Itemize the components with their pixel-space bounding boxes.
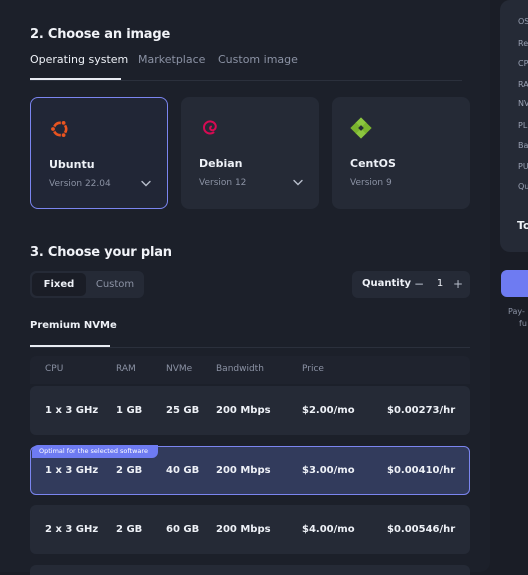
tab-marketplace[interactable]: Marketplace (138, 53, 205, 66)
cell-nvme: 25 GB (166, 405, 200, 416)
cell-price-monthly: $3.00/mo (302, 465, 355, 476)
cell-bandwidth: 200 Mbps (216, 465, 271, 476)
os-card-centos[interactable]: CentOS Version 9 (332, 97, 470, 209)
column-header-cpu: CPU (45, 364, 64, 374)
summary-label: PL (518, 121, 528, 130)
cell-cpu: 2 x 3 GHz (45, 524, 99, 535)
summary-label: NV (518, 99, 528, 108)
quantity-value[interactable]: 1 (434, 278, 446, 289)
ubuntu-logo-icon (50, 120, 68, 139)
cell-ram: 2 GB (116, 465, 143, 476)
cell-price-monthly: $2.00/mo (302, 405, 355, 416)
chevron-down-icon[interactable] (293, 179, 303, 186)
cell-nvme: 60 GB (166, 524, 200, 535)
cell-ram: 2 GB (116, 524, 143, 535)
summary-label: PU (518, 162, 528, 171)
tab-premium-nvme[interactable]: Premium NVMe (30, 320, 117, 331)
summary-label: Re (518, 39, 528, 48)
os-name: CentOS (350, 157, 396, 170)
increment-button[interactable]: + (451, 276, 465, 292)
os-card-ubuntu[interactable]: Ubuntu Version 22.04 (30, 97, 168, 209)
tab-custom-image[interactable]: Custom image (218, 53, 298, 66)
cell-price-hourly: $0.00410/hr (387, 465, 456, 476)
centos-logo-icon (350, 117, 372, 139)
optimal-badge: Optimal for the selected software (32, 445, 158, 458)
column-header-price: Price (302, 364, 324, 374)
column-header-ram: RAM (116, 364, 136, 374)
os-name: Debian (199, 157, 243, 170)
debian-logo-icon (202, 120, 217, 135)
configuration-panel: 2. Choose an image Operating system Mark… (0, 0, 490, 575)
column-header-nvme: NVMe (166, 364, 193, 374)
column-header-bandwidth: Bandwidth (216, 364, 264, 374)
deploy-button[interactable] (501, 270, 528, 297)
plan-category-tabs: Premium NVMe (30, 318, 470, 348)
plan-row[interactable]: 1 x 3 GHz 1 GB 25 GB 200 Mbps $2.00/mo $… (30, 386, 470, 435)
plan-type-fixed-button[interactable]: Fixed (32, 273, 86, 296)
active-tab-indicator (30, 345, 110, 347)
choose-image-heading: 2. Choose an image (30, 27, 171, 42)
summary-label: CP (518, 59, 528, 68)
plan-type-custom-button[interactable]: Custom (88, 273, 142, 296)
chevron-down-icon[interactable] (141, 180, 151, 187)
os-version: Version 12 (199, 178, 247, 188)
summary-label: OS (518, 17, 528, 26)
cell-bandwidth: 200 Mbps (216, 405, 271, 416)
os-name: Ubuntu (49, 158, 95, 171)
cell-price-hourly: $0.00546/hr (387, 524, 456, 535)
decrement-button[interactable]: − (412, 276, 426, 292)
summary-label: Qu (518, 182, 528, 191)
choose-plan-heading: 3. Choose your plan (30, 245, 172, 260)
cell-bandwidth: 200 Mbps (216, 524, 271, 535)
payment-note: fu (519, 319, 527, 328)
image-source-tabs: Operating system Marketplace Custom imag… (30, 53, 462, 81)
quantity-stepper: Quantity − 1 + (352, 271, 470, 298)
quantity-label: Quantity (362, 278, 411, 289)
plan-table-header: CPU RAM NVMe Bandwidth Price (30, 356, 470, 384)
payment-note: Pay- (508, 307, 525, 316)
cell-price-hourly: $0.00273/hr (387, 405, 456, 416)
cell-cpu: 1 x 3 GHz (45, 405, 99, 416)
cell-ram: 1 GB (116, 405, 143, 416)
order-summary-card: OS Re CP RA NV PL Ba PU Qu To (500, 0, 528, 252)
summary-label: Ba (518, 141, 528, 150)
tab-operating-system[interactable]: Operating system (30, 53, 128, 66)
os-card-debian[interactable]: Debian Version 12 (181, 97, 319, 209)
plan-type-toggle: Fixed Custom (30, 271, 144, 298)
os-version: Version 9 (350, 178, 392, 188)
active-tab-indicator (30, 78, 121, 80)
summary-total-label: To (517, 219, 528, 232)
plan-row[interactable]: 2 x 3 GHz 2 GB 60 GB 200 Mbps $4.00/mo $… (30, 505, 470, 554)
summary-label: RA (518, 80, 528, 89)
cell-nvme: 40 GB (166, 465, 200, 476)
os-version: Version 22.04 (49, 179, 111, 189)
plan-row[interactable] (30, 565, 470, 575)
cell-price-monthly: $4.00/mo (302, 524, 355, 535)
cell-cpu: 1 x 3 GHz (45, 465, 99, 476)
